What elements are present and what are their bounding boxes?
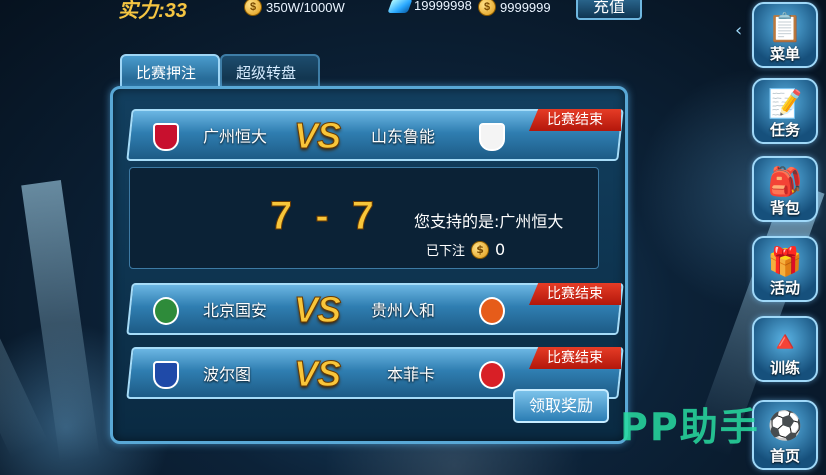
bet-label: 已下注 <box>426 244 466 259</box>
status-badge: 比赛结束 <box>529 283 621 305</box>
recharge-button[interactable]: 充值 <box>576 0 642 20</box>
dollar-icon: $ <box>244 0 262 16</box>
tab-match-betting[interactable]: 比赛押注 <box>120 54 220 88</box>
gem-display: 19999998 <box>387 0 472 13</box>
supported-team-text: 您支持的是:广州恒大 <box>414 212 564 231</box>
betting-panel: 广州恒大 VS 山东鲁能 比赛结束 7 - 7 您支持的是:广州恒大 已下注 $… <box>110 86 628 444</box>
team-badge-home <box>153 361 179 389</box>
strength-label: 实力: <box>118 0 165 22</box>
vs-label: VS <box>294 289 341 331</box>
team-badge-away <box>479 297 505 325</box>
bet-amount-row: 已下注 $ 0 <box>426 240 505 259</box>
team-badge-home <box>153 297 179 325</box>
tasks-button-label: 任务 <box>769 121 800 139</box>
home-button[interactable]: ⚽ 首页 <box>752 400 818 470</box>
coin-icon: $ <box>478 0 496 16</box>
menu-button[interactable]: 📋 菜单 <box>752 2 818 68</box>
home-team-name: 北京国安 <box>203 301 268 320</box>
home-team-name: 波尔图 <box>203 365 252 384</box>
menu-button-label: 菜单 <box>769 45 800 63</box>
gift-icon: 🎁 <box>767 245 803 278</box>
chevron-left-icon[interactable]: ‹ <box>735 20 747 41</box>
away-team-name: 贵州人和 <box>371 301 436 320</box>
away-team-name: 本菲卡 <box>387 365 436 384</box>
stamina-value: 350W/1000W <box>266 0 345 15</box>
cone-icon: 🔺 <box>767 325 803 358</box>
strength-display: 实力:33 <box>118 0 187 23</box>
vs-label: VS <box>294 115 341 157</box>
home-team-name: 广州恒大 <box>203 127 268 146</box>
coin-value: 9999999 <box>500 0 551 15</box>
top-resource-bar: 实力:33 $ 350W/1000W 19999998 $ 9999999 充值 <box>0 0 826 23</box>
match-row[interactable]: 北京国安 VS 贵州人和 比赛结束 <box>126 283 624 335</box>
status-badge: 比赛结束 <box>529 347 621 369</box>
away-team-name: 山东鲁能 <box>371 127 436 146</box>
events-button[interactable]: 🎁 活动 <box>752 236 818 302</box>
team-badge-away <box>479 123 505 151</box>
stamina-display: $ 350W/1000W <box>244 0 345 16</box>
strength-value: 33 <box>164 0 187 22</box>
training-button[interactable]: 🔺 训练 <box>752 316 818 382</box>
backpack-button-label: 背包 <box>769 199 800 217</box>
team-badge-away <box>479 361 505 389</box>
gem-value: 19999998 <box>414 0 472 13</box>
vs-label: VS <box>294 353 341 395</box>
training-button-label: 训练 <box>769 359 800 377</box>
gem-icon <box>387 0 413 13</box>
watermark: PP助手 <box>620 405 760 449</box>
status-badge: 比赛结束 <box>529 109 621 131</box>
notepad-icon: 📋 <box>767 11 803 44</box>
match-score: 7 - 7 <box>269 194 381 239</box>
events-button-label: 活动 <box>769 279 800 297</box>
backpack-button[interactable]: 🎒 背包 <box>752 156 818 222</box>
pitch-icon: ⚽ <box>767 409 803 442</box>
team-badge-home <box>153 123 179 151</box>
home-button-label: 首页 <box>769 447 800 465</box>
quill-icon: 📝 <box>767 87 803 120</box>
tasks-button[interactable]: 📝 任务 <box>752 78 818 144</box>
coin-display: $ 9999999 <box>478 0 551 16</box>
backpack-icon: 🎒 <box>767 165 803 198</box>
claim-reward-button[interactable]: 领取奖励 <box>513 389 609 423</box>
tab-super-wheel[interactable]: 超级转盘 <box>220 54 320 88</box>
coin-icon: $ <box>471 240 490 259</box>
match-detail-box: 7 - 7 您支持的是:广州恒大 已下注 $ 0 <box>129 167 599 269</box>
match-row[interactable]: 广州恒大 VS 山东鲁能 比赛结束 <box>126 109 624 161</box>
bet-amount: 0 <box>495 240 506 259</box>
